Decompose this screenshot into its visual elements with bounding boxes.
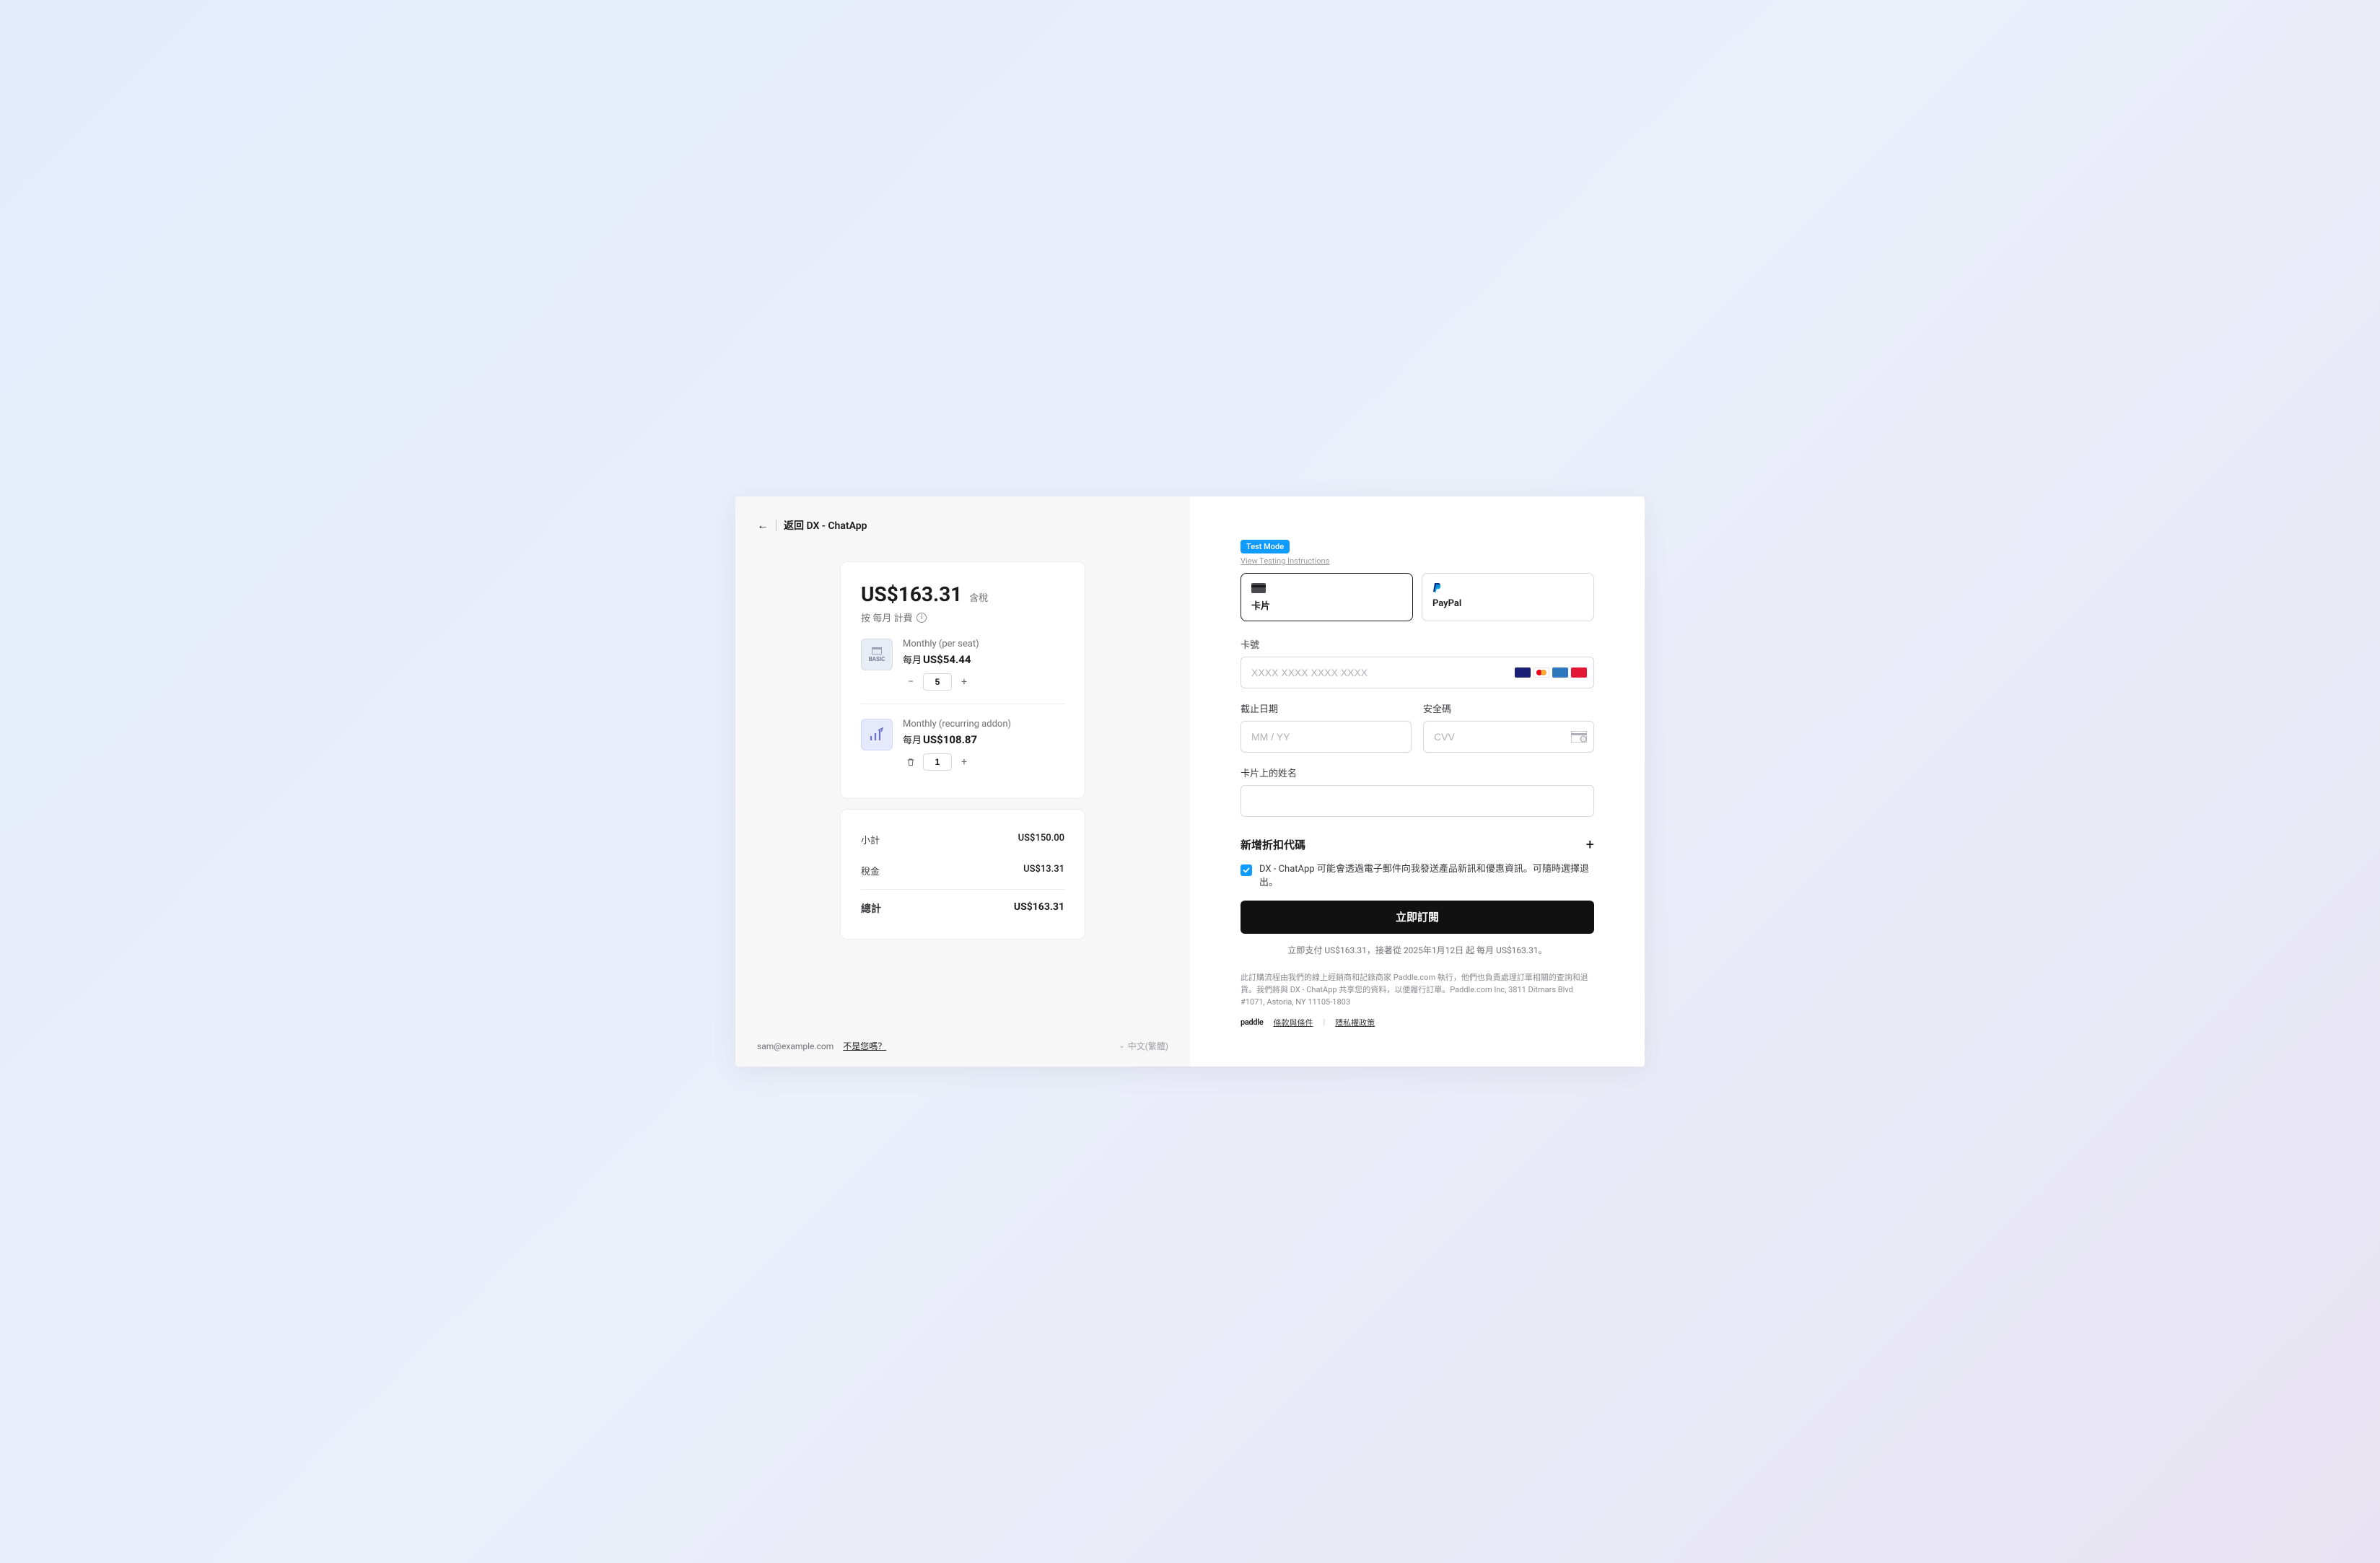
expiry-label: 截止日期	[1241, 701, 1412, 715]
arrow-left-icon: ←	[757, 520, 769, 531]
item-price: 每月US$54.44	[903, 652, 1064, 666]
qty-decrement-button[interactable]: −	[903, 674, 919, 690]
mastercard-icon	[1534, 667, 1549, 678]
item-name: Monthly (recurring addon)	[903, 719, 1064, 730]
expiry-input[interactable]	[1241, 721, 1412, 753]
qty-input[interactable]	[923, 753, 952, 771]
checkout-frame: ← 返回 DX - ChatApp US$163.31 含稅 按 每月 計費 i…	[735, 496, 1645, 1067]
item-price: 每月US$108.87	[903, 732, 1064, 746]
line-item: Monthly (recurring addon) 每月US$108.87 +	[861, 704, 1064, 784]
info-icon[interactable]: i	[916, 613, 927, 623]
marketing-consent-text: DX - ChatApp 可能會透過電子郵件向我發送產品新訊和優惠資訊。可隨時選…	[1259, 863, 1594, 890]
method-card-paypal[interactable]: PayPal	[1422, 573, 1594, 621]
cvv-label: 安全碼	[1423, 701, 1594, 715]
item-thumbnail-basic: BASIC	[861, 639, 893, 670]
unionpay-icon	[1571, 667, 1587, 678]
payment-method-selector: 卡片 PayPal	[1241, 573, 1594, 621]
cvv-hint-icon: 123	[1571, 731, 1587, 743]
card-number-label: 卡號	[1241, 637, 1594, 651]
line-item: BASIC Monthly (per seat) 每月US$54.44 − +	[861, 624, 1064, 704]
customer-email: sam@example.com	[757, 1041, 834, 1051]
legal-disclaimer: 此訂購流程由我們的線上經銷商和記錄商家 Paddle.com 執行，他們也負責處…	[1241, 971, 1594, 1008]
quantity-stepper: +	[903, 753, 1064, 771]
add-discount-toggle[interactable]: 新增折扣代碼 +	[1241, 830, 1594, 863]
legal-footer: paddle 條款與條件 | 隱私權政策	[1241, 1017, 1594, 1028]
quantity-stepper: − +	[903, 673, 1064, 691]
marketing-consent-checkbox[interactable]	[1241, 864, 1252, 876]
paddle-logo: paddle	[1241, 1017, 1263, 1027]
paypal-icon	[1432, 582, 1583, 594]
card-icon	[1251, 582, 1402, 594]
payment-panel: Test Mode View Testing Instructions 卡片 P…	[1190, 496, 1645, 1067]
tax-value: US$13.31	[1023, 864, 1064, 877]
subtotal-value: US$150.00	[1018, 833, 1064, 846]
totals-card: 小計 US$150.00 稅金 US$13.31 總計 US$163.31	[840, 809, 1085, 940]
chevron-down-icon: ⌄	[1119, 1042, 1124, 1050]
summary-panel: ← 返回 DX - ChatApp US$163.31 含稅 按 每月 計費 i…	[735, 496, 1190, 1067]
back-label: 返回 DX - ChatApp	[784, 518, 867, 533]
billing-frequency: 按 每月 計費	[861, 610, 912, 624]
card-brand-icons	[1515, 667, 1587, 678]
method-card-card[interactable]: 卡片	[1241, 573, 1413, 621]
grand-total-label: 總計	[861, 901, 881, 916]
cvv-input[interactable]	[1423, 721, 1594, 753]
remove-item-button[interactable]	[903, 754, 919, 770]
privacy-link[interactable]: 隱私權政策	[1335, 1017, 1375, 1028]
back-link[interactable]: ← 返回 DX - ChatApp	[757, 518, 1168, 533]
not-you-link[interactable]: 不是您嗎？	[843, 1041, 886, 1051]
plus-icon: +	[1586, 836, 1594, 853]
test-mode-badge: Test Mode	[1241, 540, 1290, 553]
cardholder-name-label: 卡片上的姓名	[1241, 766, 1594, 779]
qty-increment-button[interactable]: +	[956, 674, 972, 690]
language-selector[interactable]: ⌄ 中文(繁體)	[1119, 1040, 1168, 1052]
subscribe-button[interactable]: 立即訂閱	[1241, 901, 1594, 934]
amex-icon	[1552, 667, 1568, 678]
qty-input[interactable]	[923, 673, 952, 691]
order-total: US$163.31	[861, 582, 962, 606]
terms-link[interactable]: 條款與條件	[1273, 1017, 1313, 1028]
test-instructions-link[interactable]: View Testing Instructions	[1241, 556, 1594, 566]
marketing-consent-row: DX - ChatApp 可能會透過電子郵件向我發送產品新訊和優惠資訊。可隨時選…	[1241, 863, 1594, 890]
tax-label: 稅金	[861, 864, 880, 877]
tax-included-label: 含稅	[969, 590, 988, 604]
item-name: Monthly (per seat)	[903, 639, 1064, 649]
subtotal-label: 小計	[861, 833, 880, 846]
qty-increment-button[interactable]: +	[956, 754, 972, 770]
summary-footer: sam@example.com 不是您嗎？ ⌄ 中文(繁體)	[757, 1025, 1168, 1052]
visa-icon	[1515, 667, 1531, 678]
grand-total-value: US$163.31	[1014, 901, 1064, 916]
item-thumbnail-addon	[861, 719, 893, 750]
order-summary-card: US$163.31 含稅 按 每月 計費 i BASIC Monthly (pe…	[840, 561, 1085, 799]
payment-summary-text: 立即支付 US$163.31，接著從 2025年1月12日 起 每月 US$16…	[1241, 944, 1594, 957]
svg-text:123: 123	[1580, 737, 1587, 742]
cardholder-name-input[interactable]	[1241, 785, 1594, 817]
